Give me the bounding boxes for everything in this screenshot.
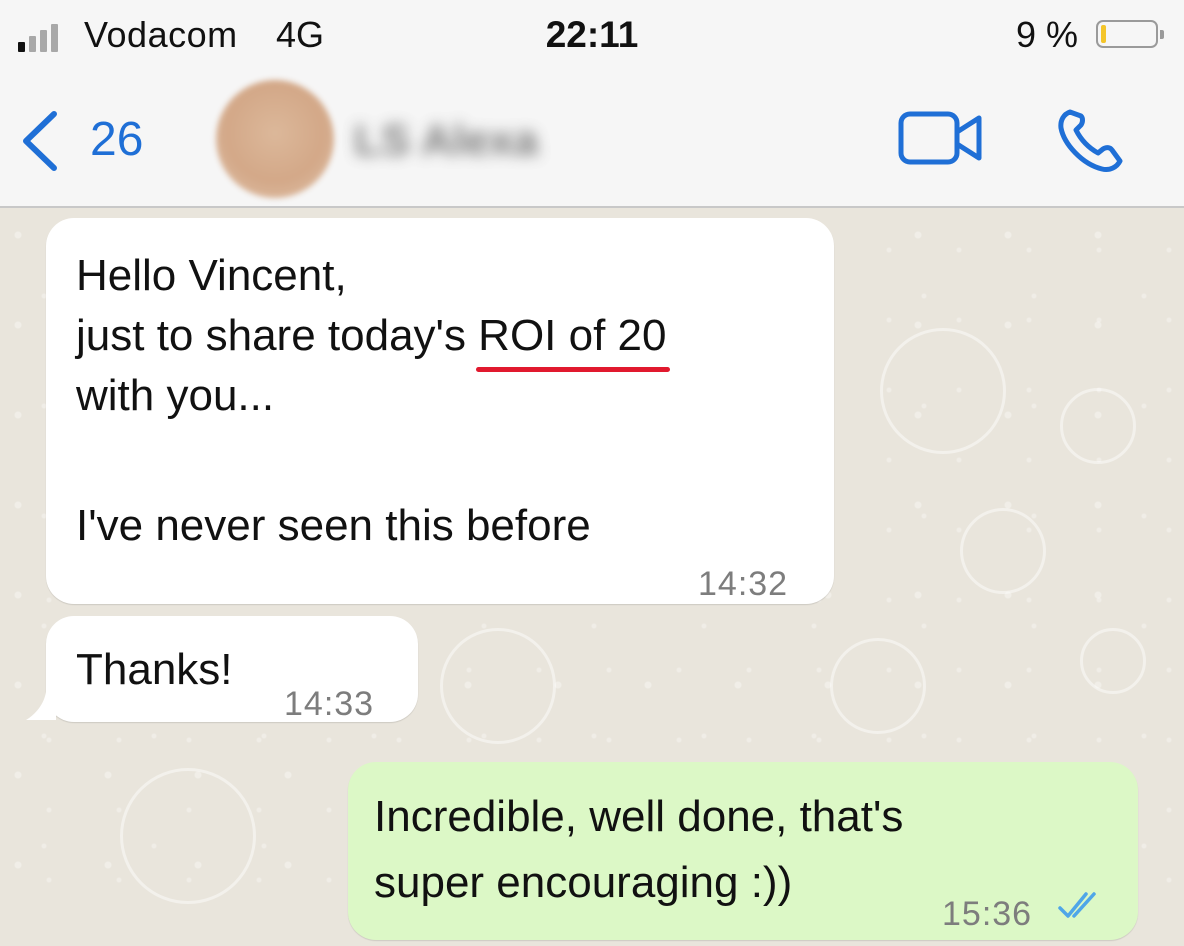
message-text: Hello Vincent, just to share today's ROI… (76, 246, 671, 556)
battery-level (1101, 25, 1106, 43)
message-text: Thanks! (76, 640, 233, 700)
battery-icon (1096, 20, 1164, 48)
video-call-button[interactable] (896, 108, 986, 170)
message-time: 14:32 (698, 565, 789, 603)
phone-call-icon (1058, 109, 1123, 172)
message-time: 15:36 (942, 895, 1033, 933)
message-line: super encouraging :)) (374, 858, 793, 907)
status-bar: Vodacom 4G 22:11 9 % (0, 0, 1184, 72)
read-receipt-icon (1058, 892, 1096, 918)
battery-percentage: 9 % (1016, 14, 1079, 55)
highlighted-text: ROI of 20 (476, 306, 671, 372)
voice-call-button[interactable] (1056, 106, 1128, 174)
back-button[interactable]: 26 (18, 106, 158, 176)
message-bubble-outgoing[interactable]: Incredible, well done, that's super enco… (348, 762, 1138, 940)
chat-area[interactable]: Hello Vincent, just to share today's ROI… (0, 208, 1184, 946)
message-line: Hello Vincent, (76, 251, 347, 300)
chat-header: 26 LS Alexa (0, 72, 1184, 208)
message-bubble-incoming[interactable]: Thanks! 14:33 (46, 616, 418, 723)
status-time: 22:11 (545, 14, 639, 55)
unread-count: 26 (90, 113, 144, 166)
contact-name[interactable]: LS Alexa (354, 116, 538, 166)
video-call-icon (898, 111, 982, 165)
message-line: I've never seen this before (76, 501, 591, 550)
message-text: Incredible, well done, that's super enco… (374, 784, 903, 916)
message-line: Thanks! (76, 645, 233, 694)
contact-avatar[interactable] (216, 80, 334, 198)
message-line: Incredible, well done, that's (374, 792, 904, 841)
message-bubble-incoming[interactable]: Hello Vincent, just to share today's ROI… (46, 218, 834, 604)
message-line: just to share today's ROI of 20 (76, 306, 671, 372)
back-chevron-icon (23, 111, 57, 171)
bubble-tail (26, 692, 56, 720)
message-line: with you... (76, 371, 275, 420)
message-time: 14:33 (284, 685, 375, 723)
